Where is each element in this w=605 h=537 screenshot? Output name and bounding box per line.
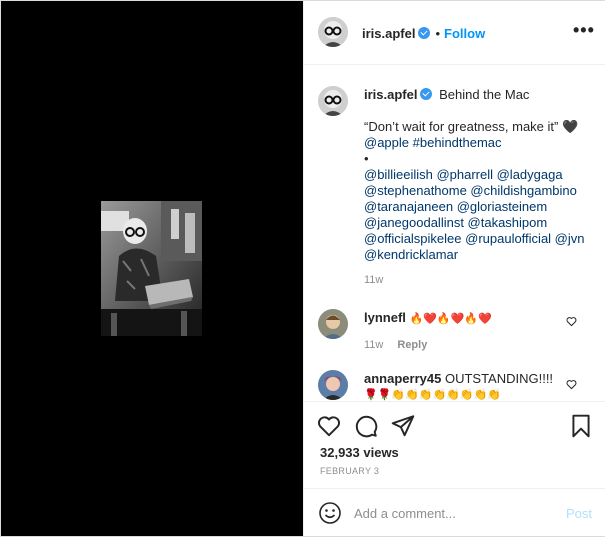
comment-username[interactable]: annaperry45 <box>364 371 441 386</box>
smiley-icon[interactable] <box>318 501 342 525</box>
black-heart-emoji: 🖤 <box>561 119 579 134</box>
comment-1: lynnefl 🔥❤️🔥❤️🔥❤️ <box>364 310 589 327</box>
heart-icon[interactable] <box>316 413 342 439</box>
mention-apple[interactable]: @apple <box>364 135 409 150</box>
caption-quote: “Don’t wait for greatness, make it” <box>364 119 559 134</box>
post-sidebar: iris.apfel • Follow ••• iris.apfel Behind … <box>303 1 605 536</box>
share-icon[interactable] <box>390 413 416 439</box>
caption-title: Behind the Mac <box>439 87 530 102</box>
bookmark-icon[interactable] <box>568 413 594 439</box>
photo-illustration <box>101 201 202 336</box>
ellipsis-icon[interactable]: ••• <box>573 21 595 39</box>
follow-button[interactable]: Follow <box>444 26 485 41</box>
add-comment-bar: Post <box>304 488 605 537</box>
reply-button[interactable]: Reply <box>397 339 427 351</box>
comment-username[interactable]: lynnefl <box>364 310 406 325</box>
comment-text: 🔥❤️🔥❤️🔥❤️ <box>409 313 492 325</box>
media-panel <box>1 1 303 536</box>
comment-2: annaperry45 OUTSTANDING!!!! 🌹🌹👏👏👏👏👏👏👏👏 <box>364 371 589 401</box>
hashtag-behindthemac[interactable]: #behindthemac <box>413 135 502 150</box>
instagram-post: iris.apfel • Follow ••• iris.apfel Behind … <box>0 0 605 537</box>
header-separator: • <box>435 26 441 41</box>
views-count[interactable]: 32,933 views <box>320 445 399 460</box>
commenter-avatar[interactable] <box>318 370 348 400</box>
caption-username[interactable]: iris.apfel <box>364 87 417 102</box>
caption-avatar[interactable] <box>318 86 348 116</box>
comment-text: OUTSTANDING!!!! <box>444 371 554 386</box>
action-bar: 32,933 views FEBRUARY 3 <box>304 401 605 495</box>
caption-time[interactable]: 11w <box>364 272 589 288</box>
caption-quote-line: “Don’t wait for greatness, make it” 🖤 <box>364 119 589 135</box>
post-photo[interactable] <box>101 201 202 336</box>
post-header: iris.apfel • Follow ••• <box>304 1 605 65</box>
caption-bullet: • <box>364 151 369 166</box>
caption-tags-line: @apple #behindthemac <box>364 135 589 151</box>
comment-like-heart-icon[interactable] <box>566 316 577 327</box>
avatar-image <box>318 309 348 339</box>
comment-like-heart-icon[interactable] <box>566 379 577 390</box>
caption-headline: iris.apfel Behind the Mac <box>364 87 589 103</box>
post-comment-button[interactable]: Post <box>566 506 592 521</box>
avatar-image <box>318 86 348 116</box>
verified-badge-icon <box>420 88 433 100</box>
caption-mentions[interactable]: @billieeilish @pharrell @ladygaga @steph… <box>364 167 589 263</box>
avatar-image <box>318 370 348 400</box>
comment-1-meta: 11w Reply <box>364 337 589 353</box>
comment-icon[interactable] <box>353 413 379 439</box>
header-title-row: iris.apfel • Follow <box>362 25 485 43</box>
post-date[interactable]: FEBRUARY 3 <box>320 466 379 476</box>
avatar-image <box>318 17 348 47</box>
avatar[interactable] <box>318 17 348 47</box>
verified-badge-icon <box>418 27 431 39</box>
commenter-avatar[interactable] <box>318 309 348 339</box>
comment-time[interactable]: 11w <box>364 339 383 351</box>
comment-emoji: 🌹🌹👏👏👏👏👏👏👏👏 <box>364 389 501 401</box>
caption-body: “Don’t wait for greatness, make it” 🖤 @a… <box>364 119 589 288</box>
header-username[interactable]: iris.apfel <box>362 26 415 41</box>
comments-list[interactable]: iris.apfel Behind the Mac “Don’t wait fo… <box>304 65 605 401</box>
comment-input[interactable] <box>354 501 554 525</box>
